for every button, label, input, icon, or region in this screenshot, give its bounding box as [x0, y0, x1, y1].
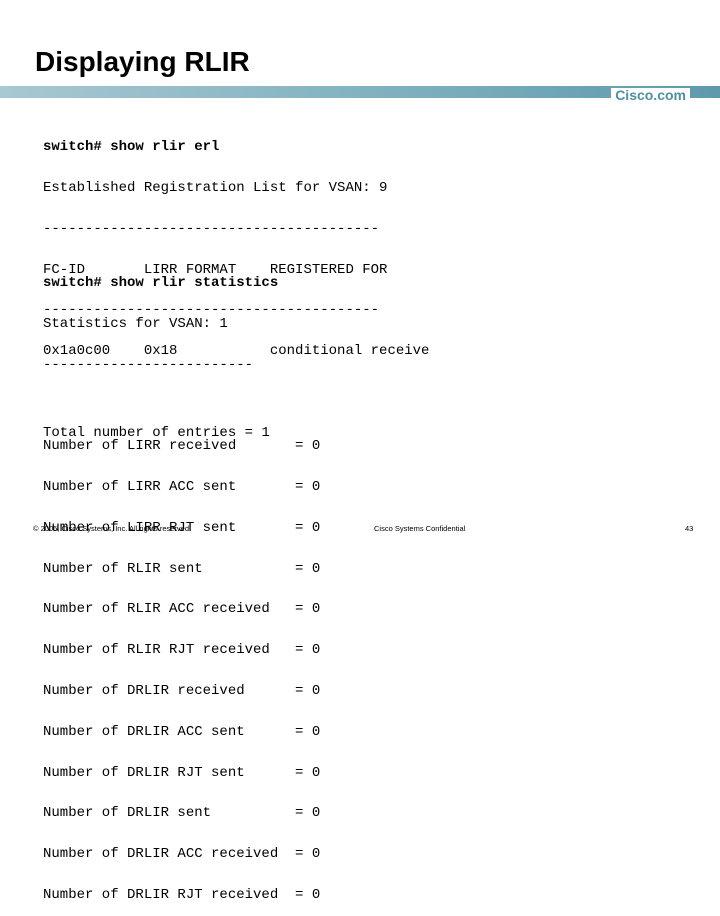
- stat-line: Number of DRLIR ACC received = 0: [43, 846, 321, 863]
- output-line: ----------------------------------------: [43, 220, 380, 237]
- stat-line: Number of LIRR received = 0: [43, 438, 321, 455]
- stat-line: Number of LIRR ACC sent = 0: [43, 479, 321, 496]
- cisco-logo: Cisco.com: [611, 88, 690, 102]
- output-line: Established Registration List for VSAN: …: [43, 179, 388, 196]
- stat-line: Number of DRLIR received = 0: [43, 683, 321, 699]
- stat-line: Number of DRLIR RJT received = 0: [43, 886, 321, 903]
- command-line: switch# show rlir erl: [43, 139, 220, 156]
- stat-line: Number of RLIR ACC received = 0: [43, 601, 321, 618]
- stat-line: Number of RLIR sent = 0: [43, 560, 321, 577]
- footer-confidential: Cisco Systems Confidential: [374, 524, 466, 533]
- stat-line: Number of DRLIR sent = 0: [43, 805, 321, 822]
- page-number: 43: [685, 524, 694, 533]
- command-line: switch# show rlir statistics: [43, 275, 279, 292]
- output-line: -------------------------: [43, 356, 254, 373]
- output-line: Statistics for VSAN: 1: [43, 315, 228, 332]
- footer-copyright: © 2005, Cisco Systems, Inc. All rights r…: [33, 524, 192, 533]
- stat-line: Number of RLIR RJT received = 0: [43, 642, 321, 659]
- stat-line: Number of DRLIR ACC sent = 0: [43, 723, 321, 740]
- stat-line: Number of DRLIR RJT sent = 0: [43, 764, 321, 781]
- terminal-output-statistics: switch# show rlir statistics Statistics …: [43, 250, 320, 916]
- slide-title: Displaying RLIR: [35, 46, 250, 77]
